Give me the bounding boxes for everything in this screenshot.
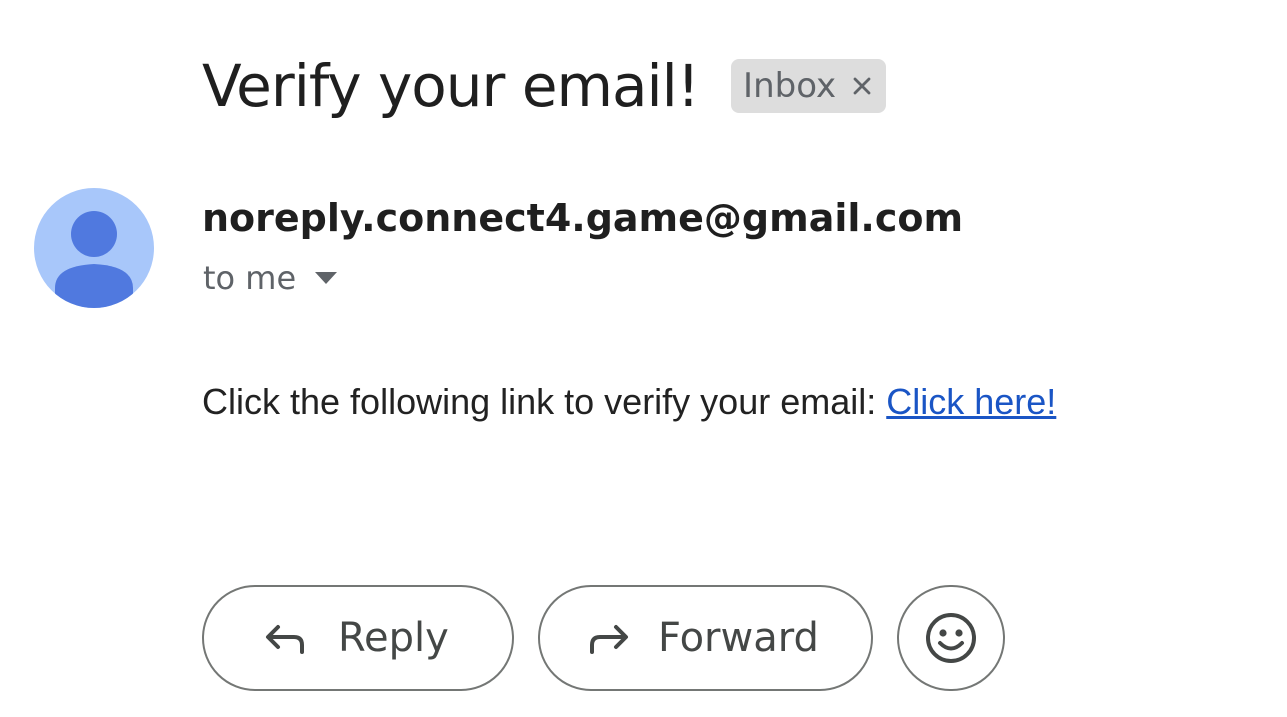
recipient-row: to me [203, 256, 338, 300]
forward-label: Forward [658, 615, 819, 661]
smiley-icon [923, 610, 979, 666]
reply-button[interactable]: Reply [202, 585, 514, 691]
email-subject: Verify your email! [202, 52, 700, 120]
inbox-label-chip[interactable]: Inbox [731, 59, 887, 113]
emoji-reaction-button[interactable] [897, 585, 1005, 691]
recipient-text: to me [203, 259, 297, 297]
person-icon [55, 211, 133, 308]
forward-button[interactable]: Forward [538, 585, 873, 691]
sender-email[interactable]: noreply.connect4.game@gmail.com [202, 190, 963, 246]
avatar[interactable] [34, 188, 154, 308]
forward-arrow-icon [584, 614, 632, 662]
email-body: Click the following link to verify your … [202, 378, 1056, 426]
close-icon[interactable] [850, 74, 874, 98]
caret-down-icon[interactable] [314, 271, 338, 285]
subject-header: Verify your email! Inbox [202, 48, 887, 124]
reply-arrow-icon [262, 614, 310, 662]
reply-label: Reply [338, 615, 449, 661]
inbox-label-text: Inbox [743, 66, 837, 106]
body-text: Click the following link to verify your … [202, 381, 887, 422]
verify-link[interactable]: Click here! [886, 381, 1056, 422]
